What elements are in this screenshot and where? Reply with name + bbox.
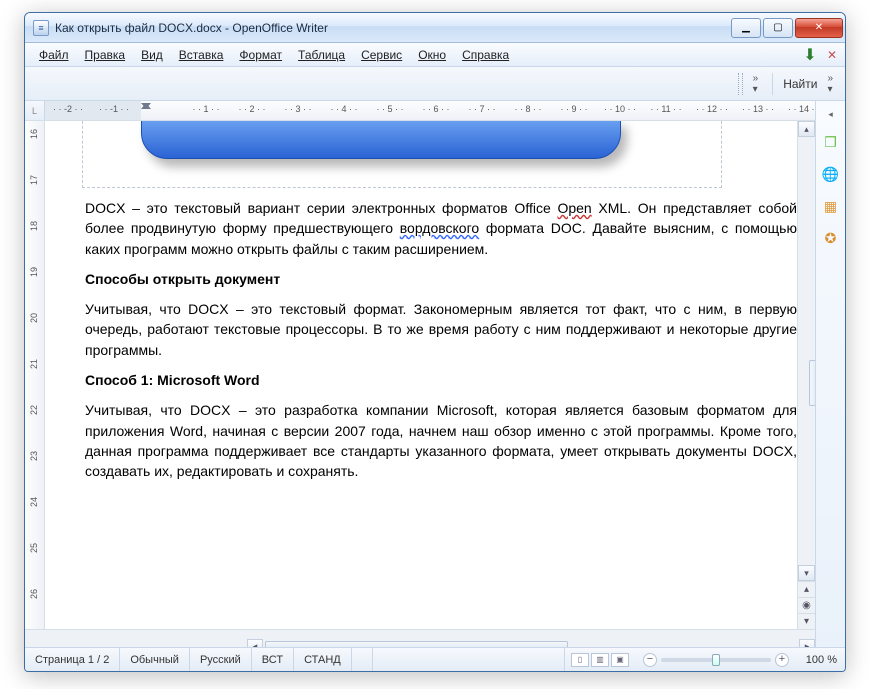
find-overflow-icon[interactable]: »▾ bbox=[823, 73, 837, 95]
ruler-tick: 23 bbox=[29, 433, 40, 479]
document-page[interactable]: DOCX – это текстовый вариант серии элект… bbox=[45, 121, 797, 629]
menu-window[interactable]: Окно bbox=[410, 46, 454, 64]
hscroll-thumb[interactable] bbox=[265, 641, 568, 648]
heading[interactable]: Способы открыть документ bbox=[85, 269, 797, 289]
app-window: ≡ Как открыть файл DOCX.docx - OpenOffic… bbox=[24, 12, 846, 672]
scroll-left-button[interactable]: ◂ bbox=[247, 639, 263, 648]
ruler-tick: 16 bbox=[29, 121, 40, 157]
styles-icon[interactable]: ▦ bbox=[821, 196, 841, 216]
gallery-icon[interactable]: ❒ bbox=[821, 132, 841, 152]
ruler-tick: 24 bbox=[29, 479, 40, 525]
ruler-tick: 21 bbox=[29, 341, 40, 387]
scroll-down-button[interactable]: ▾ bbox=[798, 565, 815, 581]
ruler-tick: 20 bbox=[29, 295, 40, 341]
hanging-indent-marker[interactable] bbox=[141, 103, 151, 109]
ruler-tick: · · 12 · · bbox=[689, 104, 735, 117]
view-layout-buttons: ▯ ▥ ▣ bbox=[565, 653, 635, 667]
close-button[interactable]: ✕ bbox=[795, 18, 843, 38]
document-close-icon[interactable]: ✕ bbox=[825, 48, 839, 62]
work-area: L · · -2 · ·· · -1 · · · · 1 · ·· · 2 · ·… bbox=[25, 101, 845, 647]
minimize-button[interactable]: ▁ bbox=[731, 18, 761, 38]
status-insert-mode[interactable]: ВСТ bbox=[252, 648, 294, 671]
ruler-tick: · · 10 · · bbox=[597, 104, 643, 117]
rounded-shape[interactable] bbox=[141, 121, 621, 159]
menu-file[interactable]: Файл bbox=[31, 46, 77, 64]
status-bar: Страница 1 / 2 Обычный Русский ВСТ СТАНД… bbox=[25, 647, 845, 671]
ruler-tick: · · 14 · · bbox=[781, 104, 815, 117]
menu-tools[interactable]: Сервис bbox=[353, 46, 410, 64]
app-icon: ≡ bbox=[33, 20, 49, 36]
ruler-tick: · · -2 · · bbox=[45, 104, 91, 117]
status-page[interactable]: Страница 1 / 2 bbox=[25, 648, 120, 671]
navigator-icon[interactable]: 🌐 bbox=[821, 164, 841, 184]
view-single-page-icon[interactable]: ▯ bbox=[571, 653, 589, 667]
sidepanel-collapse-icon[interactable]: ◂ bbox=[828, 109, 833, 120]
view-book-icon[interactable]: ▣ bbox=[611, 653, 629, 667]
paragraph[interactable]: Учитывая, что DOCX – это текстовый форма… bbox=[85, 299, 797, 360]
ruler-tick: · · 1 · · bbox=[183, 104, 229, 117]
ruler-tick: · · 5 · · bbox=[367, 104, 413, 117]
menu-help[interactable]: Справка bbox=[454, 46, 517, 64]
status-selection-mode[interactable]: СТАНД bbox=[294, 648, 352, 671]
vertical-scrollbar[interactable]: ▴ ▾ ▴ ◉ ▾ bbox=[797, 121, 815, 629]
ruler-tick: 26 bbox=[29, 571, 40, 617]
scroll-right-button[interactable]: ▸ bbox=[799, 639, 815, 648]
status-language[interactable]: Русский bbox=[190, 648, 252, 671]
status-modified[interactable] bbox=[352, 648, 373, 671]
prev-page-icon[interactable]: ▴ bbox=[798, 581, 815, 597]
zoom-in-button[interactable]: + bbox=[775, 653, 789, 667]
ruler-tick: · · 9 · · bbox=[551, 104, 597, 117]
ruler-tick: · · 6 · · bbox=[413, 104, 459, 117]
view-multi-page-icon[interactable]: ▥ bbox=[591, 653, 609, 667]
toolbar: »▾ Найти »▾ bbox=[25, 67, 845, 101]
scroll-up-button[interactable]: ▴ bbox=[798, 121, 815, 137]
menu-view[interactable]: Вид bbox=[133, 46, 171, 64]
ruler-tick: · · 11 · · bbox=[643, 104, 689, 117]
ruler-tick: 18 bbox=[29, 203, 40, 249]
ruler-corner[interactable]: L bbox=[25, 101, 45, 120]
zoom-slider[interactable] bbox=[661, 658, 771, 662]
paragraph[interactable]: Учитывая, что DOCX – это разработка комп… bbox=[85, 400, 797, 481]
vertical-ruler[interactable]: 1617181920212223242526 bbox=[25, 121, 45, 629]
maximize-button[interactable]: ▢ bbox=[763, 18, 793, 38]
status-signature bbox=[373, 648, 565, 671]
properties-icon[interactable]: ✪ bbox=[821, 228, 841, 248]
toolbar-overflow-icon[interactable]: »▾ bbox=[749, 73, 763, 95]
title-bar[interactable]: ≡ Как открыть файл DOCX.docx - OpenOffic… bbox=[25, 13, 845, 43]
separator bbox=[772, 73, 773, 95]
zoom-control: − + 100 % bbox=[635, 653, 845, 667]
next-page-icon[interactable]: ▾ bbox=[798, 613, 815, 629]
ruler-tick: 25 bbox=[29, 525, 40, 571]
ruler-tick: 22 bbox=[29, 387, 40, 433]
menu-edit[interactable]: Правка bbox=[77, 46, 134, 64]
update-icon[interactable]: ⬇ bbox=[801, 46, 819, 64]
ruler-tick: · · 3 · · bbox=[275, 104, 321, 117]
status-style[interactable]: Обычный bbox=[120, 648, 190, 671]
ruler-tick: 19 bbox=[29, 249, 40, 295]
menu-format[interactable]: Формат bbox=[231, 46, 290, 64]
menu-bar: Файл Правка Вид Вставка Формат Таблица С… bbox=[25, 43, 845, 67]
zoom-value[interactable]: 100 % bbox=[793, 654, 837, 666]
window-title: Как открыть файл DOCX.docx - OpenOffice … bbox=[55, 21, 729, 35]
ruler-tick: · · 13 · · bbox=[735, 104, 781, 117]
toolbar-handle[interactable] bbox=[738, 73, 743, 95]
horizontal-ruler[interactable]: L · · -2 · ·· · -1 · · · · 1 · ·· · 2 · ·… bbox=[25, 101, 815, 121]
scroll-thumb[interactable] bbox=[809, 360, 816, 406]
menu-insert[interactable]: Вставка bbox=[171, 46, 232, 64]
paragraph[interactable]: DOCX – это текстовый вариант серии элект… bbox=[85, 198, 797, 259]
menu-table[interactable]: Таблица bbox=[290, 46, 353, 64]
ruler-tick: · · -1 · · bbox=[91, 104, 137, 117]
nav-select-icon[interactable]: ◉ bbox=[798, 597, 815, 613]
zoom-slider-knob[interactable] bbox=[712, 654, 720, 666]
ruler-tick: · · 7 · · bbox=[459, 104, 505, 117]
zoom-out-button[interactable]: − bbox=[643, 653, 657, 667]
find-label[interactable]: Найти bbox=[783, 77, 817, 91]
side-panel: ◂ ❒ 🌐 ▦ ✪ bbox=[815, 101, 845, 647]
horizontal-scrollbar[interactable]: ◂ ▸ bbox=[25, 629, 815, 647]
ruler-tick: · · 2 · · bbox=[229, 104, 275, 117]
ruler-tick: · · 8 · · bbox=[505, 104, 551, 117]
ruler-tick: · · 4 · · bbox=[321, 104, 367, 117]
ruler-tick: 17 bbox=[29, 157, 40, 203]
heading[interactable]: Способ 1: Microsoft Word bbox=[85, 370, 797, 390]
